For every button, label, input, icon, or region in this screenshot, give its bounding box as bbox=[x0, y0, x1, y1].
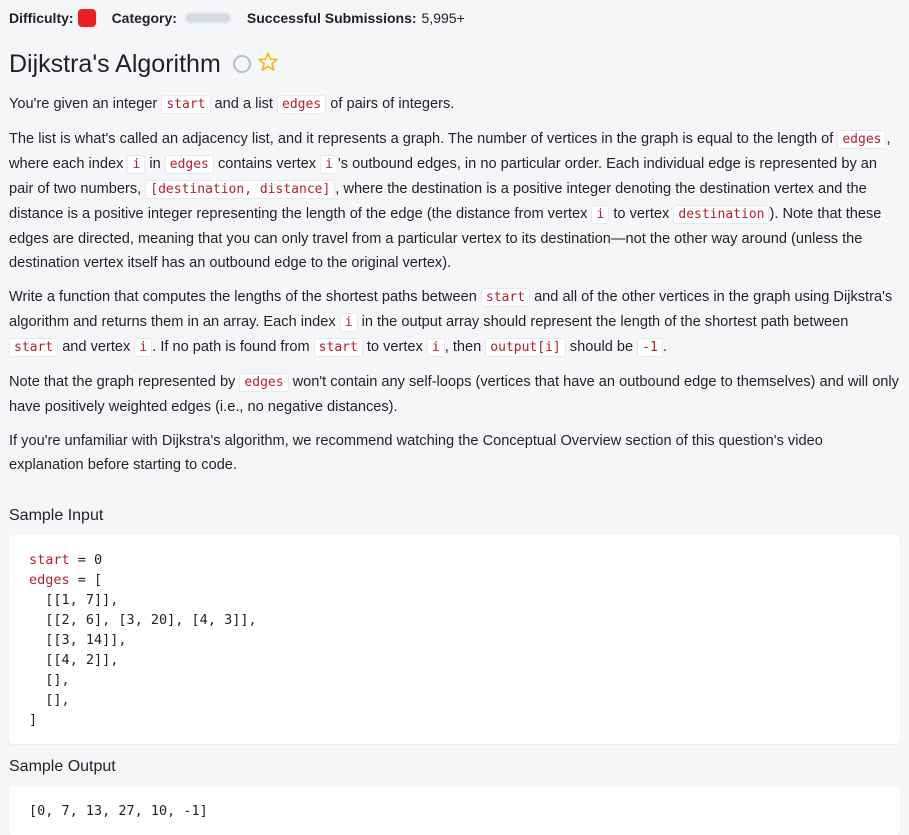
inline-code: start bbox=[9, 338, 59, 357]
sample-input-title: Sample Input bbox=[9, 507, 104, 524]
inline-code: start bbox=[161, 95, 211, 114]
submissions-count: 5,995+ bbox=[421, 10, 465, 26]
star-icon[interactable] bbox=[257, 51, 279, 78]
inline-code: destination bbox=[673, 205, 770, 224]
title-row: Dijkstra's Algorithm bbox=[9, 46, 900, 82]
code-var-start: start bbox=[29, 552, 70, 568]
question-panel: Difficulty: Category: Successful Submiss… bbox=[0, 0, 909, 835]
category: Category: bbox=[112, 10, 231, 26]
code-line: [[2, 6], [3, 20], [4, 3]], bbox=[29, 612, 257, 628]
inline-code: i bbox=[320, 155, 338, 174]
difficulty-badge bbox=[77, 9, 96, 27]
code-line: [], bbox=[29, 672, 70, 688]
inline-code: i bbox=[134, 338, 153, 357]
circle-icon[interactable] bbox=[232, 55, 251, 73]
inline-code: i bbox=[339, 313, 358, 332]
description-paragraph-4: Note that the graph represented by edges… bbox=[9, 373, 899, 415]
inline-code: [destination, distance] bbox=[145, 180, 336, 199]
inline-code: edges bbox=[239, 373, 289, 392]
inline-code: i bbox=[127, 155, 146, 174]
description-paragraph-2: The list is what's called an adjacency l… bbox=[9, 130, 891, 271]
sample-output-code: [0, 7, 13, 27, 10, -1] bbox=[9, 786, 900, 835]
difficulty-label: Difficulty: bbox=[9, 10, 74, 26]
inline-code: edges bbox=[164, 155, 214, 174]
code-line: [[4, 2]], bbox=[29, 652, 119, 668]
question-meta: Difficulty: Category: Successful Submiss… bbox=[9, 0, 900, 36]
sample-output-title: Sample Output bbox=[9, 758, 116, 775]
inline-code: i bbox=[426, 338, 445, 357]
inline-code: -1 bbox=[637, 338, 663, 357]
inline-code: edges bbox=[277, 95, 327, 114]
inline-code: start bbox=[480, 288, 531, 307]
page-title: Dijkstra's Algorithm bbox=[9, 49, 221, 78]
inline-code: i bbox=[591, 205, 610, 224]
inline-code: start bbox=[313, 338, 363, 357]
difficulty: Difficulty: bbox=[9, 9, 96, 27]
code-var-edges: edges bbox=[29, 572, 70, 588]
sample-input-code: start = 0 edges = [ [[1, 7]], [[2, 6], [… bbox=[9, 535, 900, 744]
submissions: Successful Submissions: 5,995+ bbox=[247, 10, 465, 26]
submissions-label: Successful Submissions: bbox=[246, 10, 417, 26]
category-label: Category: bbox=[111, 10, 177, 26]
output-value: [0, 7, 13, 27, 10, -1] bbox=[29, 803, 208, 819]
description-paragraph-5: If you're unfamiliar with Dijkstra's alg… bbox=[9, 433, 823, 473]
code-line: [[3, 14]], bbox=[29, 632, 127, 648]
code-line: [], bbox=[29, 692, 70, 708]
inline-code: edges bbox=[837, 130, 887, 149]
code-line: ] bbox=[29, 712, 38, 728]
inline-code: output[i] bbox=[485, 338, 566, 357]
code-line: [[1, 7]], bbox=[29, 592, 119, 608]
description-paragraph-1: You're given an integer start and a list… bbox=[9, 95, 455, 114]
category-value-blurred bbox=[184, 13, 231, 23]
description-paragraph-3: Write a function that computes the lengt… bbox=[9, 288, 893, 357]
